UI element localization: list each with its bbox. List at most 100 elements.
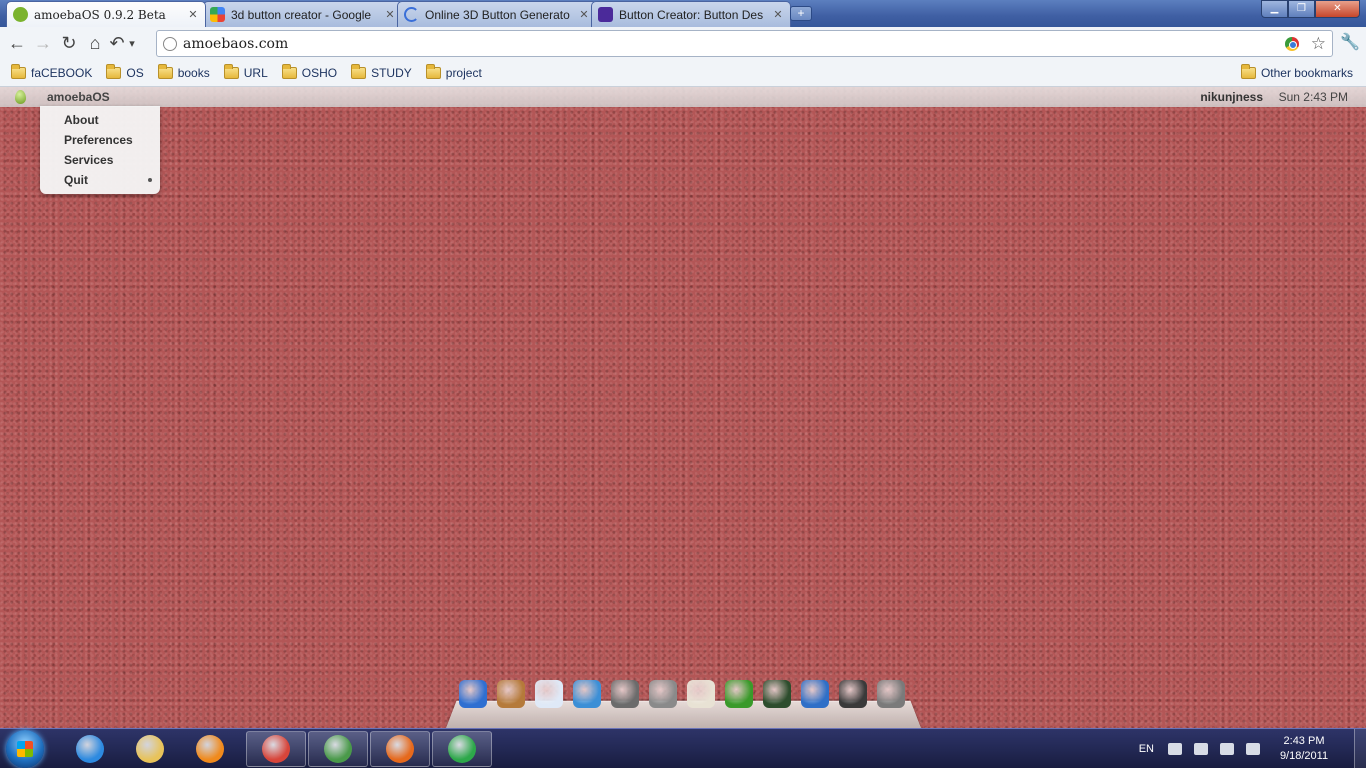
back-button[interactable]: ← <box>4 31 30 57</box>
internet-explorer-icon[interactable] <box>60 731 120 767</box>
screen: amoebaOS 0.9.2 Beta ✕ 3d button creator … <box>0 0 1366 768</box>
tab-amoebaos[interactable]: amoebaOS 0.9.2 Beta ✕ <box>6 1 206 27</box>
dock-icon-graphic <box>877 680 905 708</box>
bookmark-folder-study[interactable]: STUDY <box>346 64 417 82</box>
volume-icon[interactable] <box>1246 743 1260 755</box>
new-tab-button[interactable]: + <box>790 6 812 21</box>
dock-icon-graphic <box>763 680 791 708</box>
amoeba-menu-bar: amoebaOS nikunjness Sun 2:43 PM <box>0 87 1366 107</box>
network-icon[interactable] <box>1220 743 1234 755</box>
tab-title: amoebaOS 0.9.2 Beta <box>34 7 166 22</box>
folder-icon <box>11 64 26 79</box>
clock-time: 2:43 PM <box>1283 735 1325 747</box>
home-button[interactable]: ⌂ <box>82 31 108 57</box>
dock-icon-graphic <box>839 680 867 708</box>
dock-icon-graphic <box>535 680 563 708</box>
folder-icon <box>106 64 122 79</box>
tab-close-icon[interactable]: ✕ <box>384 8 396 21</box>
url-input[interactable] <box>183 35 1285 52</box>
dock-icon-graphic <box>649 680 677 708</box>
coffee-cup-icon[interactable] <box>494 677 528 711</box>
amoeba-favicon-icon <box>13 7 28 22</box>
user-menu[interactable]: nikunjness <box>1200 90 1263 104</box>
download-manager-icon[interactable] <box>432 731 492 767</box>
forward-button[interactable]: → <box>30 31 56 57</box>
bird-icon[interactable] <box>722 677 756 711</box>
folder-icon <box>223 64 239 79</box>
bookmark-label: books <box>177 66 210 80</box>
taskbar-icon-graphic <box>448 735 476 763</box>
bookmark-label: URL <box>243 66 268 80</box>
chrome-extension-icon[interactable] <box>1284 36 1299 51</box>
notebook-pen-icon[interactable] <box>798 677 832 711</box>
firefox-icon[interactable] <box>370 731 430 767</box>
tab-close-icon[interactable]: ✕ <box>578 8 590 21</box>
close-window-button[interactable]: ✕ <box>1315 0 1360 18</box>
bookmark-star-icon[interactable]: ☆ <box>1311 34 1326 54</box>
tab-online-3d-button[interactable]: Online 3D Button Generato ✕ <box>397 1 597 27</box>
amoeba-logo-icon[interactable] <box>15 90 26 104</box>
menu-item-about[interactable]: About <box>40 110 160 130</box>
reload-button[interactable]: ↻ <box>56 31 82 57</box>
stock-chart-icon[interactable] <box>760 677 794 711</box>
media-player-icon[interactable] <box>180 731 240 767</box>
menu-clock: Sun 2:43 PM <box>1278 90 1348 104</box>
printer-icon[interactable] <box>1194 743 1208 755</box>
page-info-icon[interactable] <box>163 36 177 51</box>
windows-explorer-icon[interactable] <box>120 731 180 767</box>
loading-spinner-icon <box>404 7 419 22</box>
window-controls: ▁ ❐ ✕ <box>1261 0 1360 18</box>
bookmark-label: faCEBOOK <box>31 66 93 80</box>
windows-taskbar: EN 2:43 PM 9/18/2011 <box>0 728 1366 768</box>
chrome-icon[interactable] <box>246 731 306 767</box>
taskbar-icon-graphic <box>76 735 104 763</box>
bookmark-label: OS <box>126 66 144 80</box>
tab-google-search[interactable]: 3d button creator - Google ✕ <box>203 1 403 27</box>
maximize-button[interactable]: ❐ <box>1288 0 1315 18</box>
menu-item-preferences[interactable]: Preferences <box>40 130 160 150</box>
tab-button-creator[interactable]: Button Creator: Button Des ✕ <box>591 1 791 27</box>
window-app-icon[interactable] <box>532 677 566 711</box>
button-creator-favicon-icon <box>598 7 613 22</box>
system-tray: EN 2:43 PM 9/18/2011 <box>1139 729 1366 768</box>
tab-title: 3d button creator - Google <box>231 7 372 22</box>
amoebaos-desktop[interactable]: amoebaOS nikunjness Sun 2:43 PM About Pr… <box>0 87 1366 728</box>
dock-icon-graphic <box>573 680 601 708</box>
language-indicator[interactable]: EN <box>1139 743 1154 755</box>
menu-item-quit[interactable]: Quit <box>40 170 160 190</box>
bookmark-folder-project[interactable]: project <box>421 64 487 82</box>
bookmark-folder-url[interactable]: URL <box>219 64 273 82</box>
flag-icon[interactable] <box>1168 743 1182 755</box>
mail-icon[interactable] <box>684 677 718 711</box>
bookmark-folder-os[interactable]: OS <box>101 64 148 82</box>
history-dropdown-icon[interactable]: ▾ <box>126 31 138 57</box>
address-bar[interactable]: ☆ <box>156 30 1333 57</box>
headphones-icon[interactable] <box>608 677 642 711</box>
earth-icon[interactable] <box>570 677 604 711</box>
remote-desktop-icon[interactable] <box>308 731 368 767</box>
bookmark-folder-facebook[interactable]: faCEBOOK <box>6 64 97 82</box>
bookmark-folder-osho[interactable]: OSHO <box>277 64 342 82</box>
browser-toolbar: ← → ↻ ⌂ ↶ ▾ ☆ 🔧 <box>0 27 1366 60</box>
history-back-icon[interactable]: ↶ <box>108 31 126 57</box>
trash-icon[interactable] <box>874 677 908 711</box>
folder-icon <box>157 64 173 79</box>
dock-icon-graphic <box>459 680 487 708</box>
paint-bucket-icon[interactable] <box>836 677 870 711</box>
tab-close-icon[interactable]: ✕ <box>772 8 784 21</box>
taskbar-clock[interactable]: 2:43 PM 9/18/2011 <box>1272 734 1336 764</box>
pen-icon[interactable] <box>646 677 680 711</box>
start-button[interactable] <box>6 730 44 768</box>
tab-close-icon[interactable]: ✕ <box>187 8 199 21</box>
taskbar-icon-graphic <box>196 735 224 763</box>
menu-item-services[interactable]: Services <box>40 150 160 170</box>
show-desktop-button[interactable] <box>1354 729 1366 768</box>
app-menu[interactable]: amoebaOS <box>47 90 110 104</box>
wrench-menu-icon[interactable]: 🔧 <box>1340 32 1360 52</box>
globe-network-icon[interactable] <box>456 677 490 711</box>
google-favicon-icon <box>210 7 225 22</box>
minimize-button[interactable]: ▁ <box>1261 0 1288 18</box>
bookmark-folder-books[interactable]: books <box>153 64 215 82</box>
other-bookmarks-folder[interactable]: Other bookmarks <box>1236 64 1358 82</box>
folder-icon <box>1240 64 1256 79</box>
